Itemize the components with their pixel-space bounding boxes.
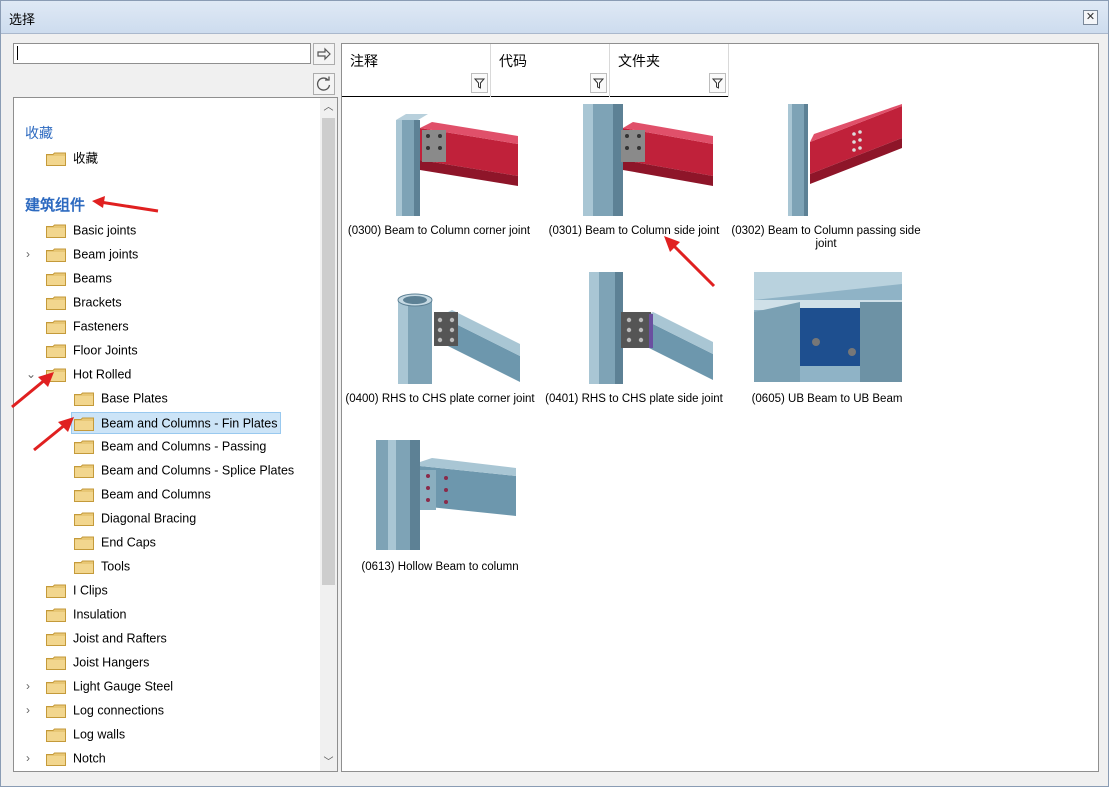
- chevron-right-icon[interactable]: ›: [26, 679, 30, 693]
- filter-icon[interactable]: [590, 73, 607, 93]
- gallery-item-0605[interactable]: (0605) UB Beam to UB Beam: [732, 272, 922, 412]
- annotation-arrow-icon: [11, 372, 54, 409]
- column-header-code[interactable]: 代码: [491, 44, 610, 97]
- tree-scrollbar[interactable]: ︿ ﹀: [320, 98, 337, 771]
- favorites-group-header[interactable]: 收藏: [25, 123, 53, 143]
- folder-icon: [46, 632, 66, 646]
- title-bar: 选择 ✕: [1, 1, 1108, 34]
- chevron-right-icon[interactable]: ›: [26, 247, 30, 261]
- tree-item[interactable]: Light Gauge Steel: [46, 676, 173, 696]
- folder-icon: [46, 248, 66, 262]
- tree-item[interactable]: Fasteners: [46, 316, 129, 336]
- chevron-right-icon[interactable]: ›: [26, 703, 30, 717]
- folder-icon: [46, 752, 66, 766]
- tree-item[interactable]: Log connections: [46, 700, 164, 720]
- folder-icon: [74, 392, 94, 406]
- tree-item[interactable]: End Caps: [74, 532, 156, 552]
- folder-icon: [74, 488, 94, 502]
- tree-item[interactable]: Notch: [46, 748, 106, 768]
- arrow-right-icon: [317, 47, 331, 61]
- tree-item[interactable]: Diagonal Bracing: [74, 508, 196, 528]
- beam-column-passing-thumbnail: [788, 104, 902, 216]
- tree-item[interactable]: Joist and Rafters: [46, 628, 167, 648]
- annotation-arrow-icon: [92, 196, 159, 213]
- gallery-item-0302[interactable]: (0302) Beam to Column passing side joint: [730, 104, 922, 254]
- folder-icon: [46, 272, 66, 286]
- scroll-thumb[interactable]: [322, 118, 335, 585]
- hollow-beam-column-thumbnail: [376, 440, 516, 550]
- close-button[interactable]: ✕: [1083, 10, 1098, 25]
- tree-item[interactable]: Basic joints: [46, 220, 136, 240]
- text-caret: [17, 46, 18, 60]
- tree-item[interactable]: Beams: [46, 268, 112, 288]
- tree-item[interactable]: Beam joints: [46, 244, 138, 264]
- folder-icon: [46, 320, 66, 334]
- column-header-annotation[interactable]: 注释: [342, 44, 491, 97]
- refresh-icon: [316, 76, 331, 91]
- column-header-folder[interactable]: 文件夹: [610, 44, 729, 97]
- tree-item[interactable]: Tools: [74, 556, 130, 576]
- ub-beam-to-ub-beam-thumbnail: [754, 272, 902, 382]
- gallery-item-0401[interactable]: (0401) RHS to CHS plate side joint: [539, 272, 729, 412]
- folder-icon: [74, 560, 94, 574]
- tree-item[interactable]: Base Plates: [74, 388, 168, 408]
- folder-icon: [46, 584, 66, 598]
- beam-column-side-thumbnail: [583, 104, 713, 216]
- gallery-item-0613[interactable]: (0613) Hollow Beam to column: [344, 440, 536, 580]
- tree-item[interactable]: Brackets: [46, 292, 122, 312]
- refresh-button[interactable]: [313, 73, 335, 95]
- tree-item[interactable]: Joist Hangers: [46, 652, 149, 672]
- gallery-item-0300[interactable]: (0300) Beam to Column corner joint: [344, 104, 534, 244]
- tree-item[interactable]: Floor Joints: [46, 340, 138, 360]
- tree-item[interactable]: Beam and Columns - Fin Plates: [71, 412, 282, 434]
- folder-icon: [46, 296, 66, 310]
- annotation-arrow-icon: [664, 236, 716, 288]
- folder-icon: [74, 512, 94, 526]
- folder-icon: [46, 656, 66, 670]
- filter-icon[interactable]: [709, 73, 726, 93]
- folder-icon: [46, 152, 66, 166]
- folder-icon: [74, 464, 94, 478]
- folder-icon: [46, 224, 66, 238]
- folder-icon: [46, 608, 66, 622]
- folder-icon: [74, 536, 94, 550]
- beam-column-corner-thumbnail: [396, 114, 518, 216]
- arch-components-group-header[interactable]: 建筑组件: [25, 194, 85, 215]
- gallery-item-0400[interactable]: (0400) RHS to CHS plate corner joint: [344, 272, 536, 412]
- tree-item[interactable]: Beam and Columns - Splice Plates: [74, 460, 294, 480]
- tree-item[interactable]: Hot Rolled: [46, 364, 131, 384]
- tree-item[interactable]: I Clips: [46, 580, 108, 600]
- chevron-right-icon[interactable]: ›: [26, 751, 30, 765]
- filter-icon[interactable]: [471, 73, 488, 93]
- chevron-up-icon[interactable]: ︿: [320, 98, 337, 116]
- tree-item[interactable]: Insulation: [46, 604, 127, 624]
- search-go-button[interactable]: [313, 43, 335, 65]
- chevron-down-icon[interactable]: ﹀: [320, 753, 337, 771]
- tree-item[interactable]: Beam and Columns - Passing: [74, 436, 266, 456]
- gallery-item-0301[interactable]: (0301) Beam to Column side joint: [539, 104, 729, 244]
- tree-item[interactable]: Beam and Columns: [74, 484, 211, 504]
- search-input[interactable]: [13, 43, 311, 64]
- folder-icon: [46, 728, 66, 742]
- rhs-chs-corner-thumbnail: [397, 293, 520, 384]
- component-gallery: 注释 代码 文件夹 (0300) Beam to Column corner j…: [341, 43, 1099, 772]
- folder-icon: [46, 344, 66, 358]
- tree-item-favorites[interactable]: 收藏: [46, 148, 98, 168]
- window-title: 选择: [9, 12, 36, 27]
- folder-icon: [46, 680, 66, 694]
- folder-icon: [46, 704, 66, 718]
- tree-item[interactable]: Log walls: [46, 724, 125, 744]
- annotation-arrow-icon: [33, 417, 74, 452]
